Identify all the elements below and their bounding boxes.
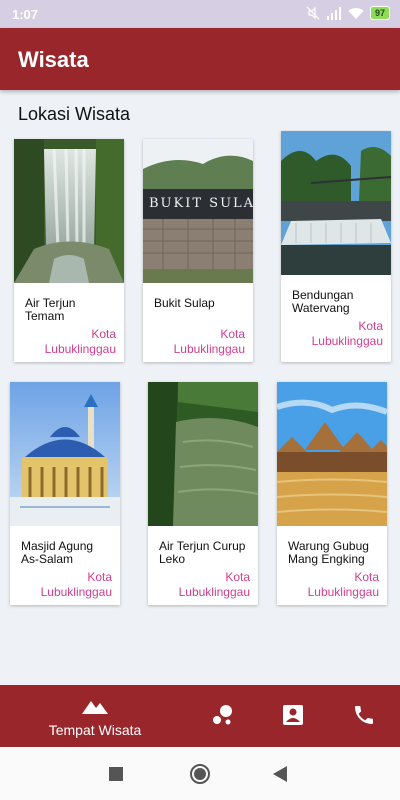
section-title: Lokasi Wisata	[18, 104, 131, 124]
mountain-icon	[82, 701, 108, 714]
place-photo	[281, 131, 391, 275]
system-nav-bar	[0, 747, 400, 800]
place-photo	[10, 382, 120, 526]
battery-icon: 97	[369, 6, 390, 20]
place-card-bukit-sulap[interactable]: BUKIT SULAP Bukit Sulap Kota Lubuklingga…	[143, 139, 253, 362]
back-triangle-icon[interactable]	[273, 766, 287, 782]
place-name: Warung Gubug Mang Engking	[288, 539, 369, 566]
place-card-air-terjun-curup-leko[interactable]: Air Terjun Curup Leko Kota Lubuklinggau	[148, 382, 258, 605]
place-photo	[148, 382, 258, 526]
place-city: Kota Lubuklinggau	[40, 570, 112, 599]
status-icons: 97	[306, 6, 390, 20]
phone-icon[interactable]	[352, 703, 376, 727]
mute-icon	[306, 6, 320, 20]
wifi-icon	[348, 7, 364, 20]
home-circle-icon[interactable]	[189, 763, 211, 785]
place-name: Bukit Sulap	[154, 296, 215, 310]
place-name: Bendungan Watervang	[292, 288, 354, 315]
status-time: 1:07	[12, 7, 39, 22]
app-bar: Wisata	[0, 28, 400, 90]
place-name: Air Terjun Temam	[25, 296, 76, 323]
recents-square-icon[interactable]	[109, 767, 123, 781]
place-photo	[14, 139, 124, 283]
place-city: Kota Lubuklinggau	[173, 327, 245, 356]
place-name: Air Terjun Curup Leko	[159, 539, 246, 566]
nav-home-label: Tempat Wisata	[48, 722, 142, 738]
place-photo	[277, 382, 387, 526]
contact-card-icon[interactable]	[281, 703, 305, 727]
status-bar: 1:07 97	[0, 0, 400, 28]
place-name: Masjid Agung As-Salam	[21, 539, 94, 566]
signal-icon	[326, 6, 342, 20]
place-city: Kota Lubuklinggau	[178, 570, 250, 599]
place-card-bendungan-watervang[interactable]: Bendungan Watervang Kota Lubuklinggau	[281, 131, 391, 362]
place-card-air-terjun-temam[interactable]: Air Terjun Temam Kota Lubuklinggau	[14, 139, 124, 362]
svg-text:BUKIT SULAP: BUKIT SULAP	[149, 196, 253, 211]
bottom-nav: Tempat Wisata	[0, 685, 400, 747]
app-title: Wisata	[18, 47, 89, 72]
nav-tempat-wisata[interactable]: Tempat Wisata	[30, 685, 160, 747]
place-city: Kota Lubuklinggau	[307, 570, 379, 599]
place-photo: BUKIT SULAP	[143, 139, 253, 283]
place-city: Kota Lubuklinggau	[311, 319, 383, 348]
bubble-chart-icon[interactable]	[211, 703, 235, 727]
place-card-masjid-agung[interactable]: Masjid Agung As-Salam Kota Lubuklinggau	[10, 382, 120, 605]
place-card-warung-gubug[interactable]: Warung Gubug Mang Engking Kota Lubukling…	[277, 382, 387, 605]
place-city: Kota Lubuklinggau	[44, 327, 116, 356]
